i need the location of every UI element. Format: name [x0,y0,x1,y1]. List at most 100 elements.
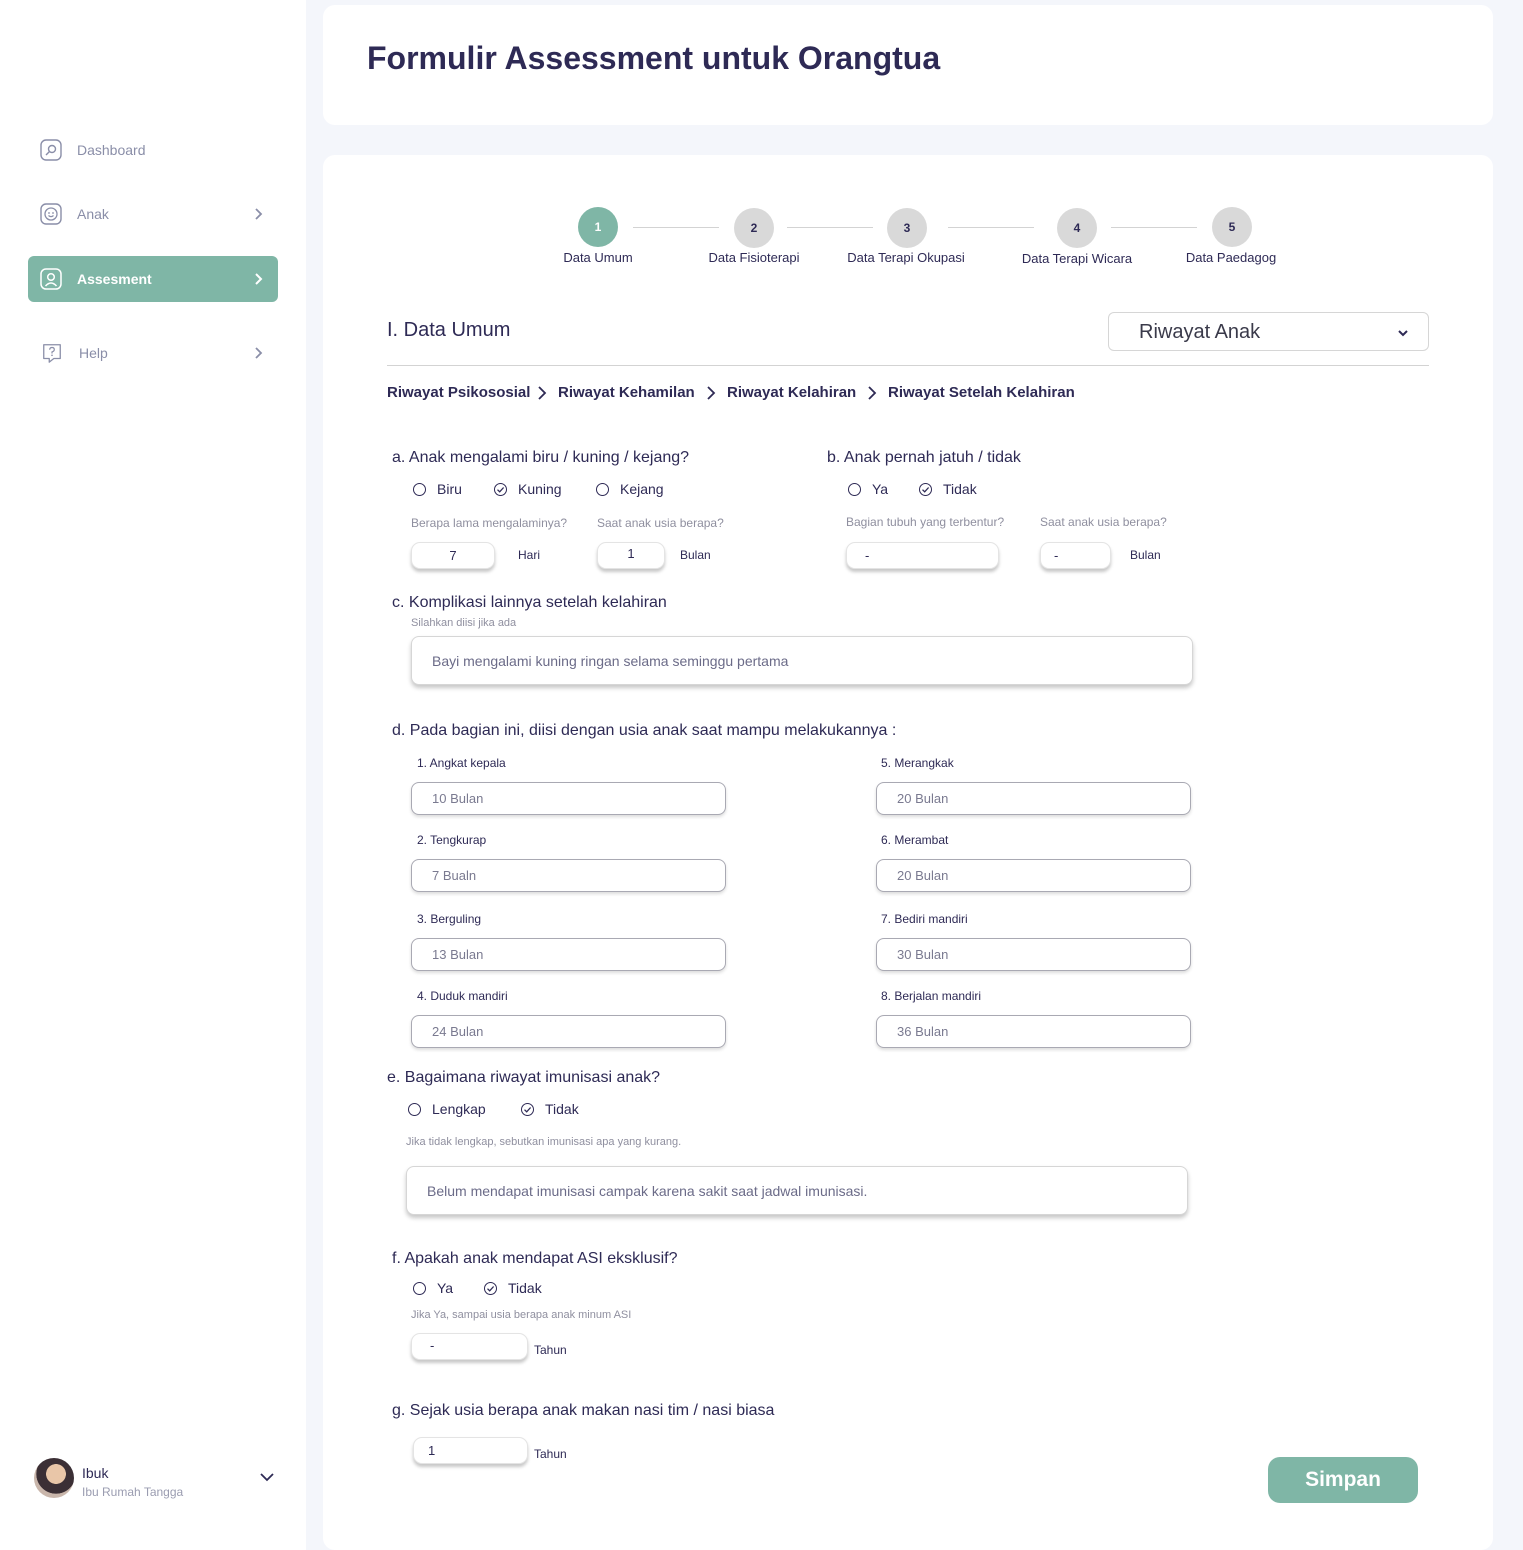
milestone-input[interactable]: 7 Bualn [411,859,726,892]
option-label: Ya [872,481,889,497]
radio-tidak[interactable]: Tidak [521,1101,579,1117]
stepper-connector [948,227,1034,228]
sidebar-item-help[interactable]: Help [28,330,278,376]
step-2-label: Data Fisioterapi [708,250,800,265]
sidebar-item-label: Anak [77,206,109,222]
radio-checked-icon [484,1281,497,1295]
radio-checked-icon [919,482,932,496]
breadcrumb-item[interactable]: Riwayat Setelah Kelahiran [888,384,1075,401]
age-input[interactable]: 1 [597,542,665,569]
body-part-input[interactable]: - [846,542,999,569]
avatar [34,1458,74,1498]
breadcrumb-item[interactable]: Riwayat Psikososial [387,384,530,401]
body-part-label: Bagian tubuh yang terbentur? [846,515,1005,529]
radio-checked-icon [521,1102,534,1116]
radio-checked-icon [494,482,507,496]
age-unit: Bulan [680,548,711,562]
option-label: Tidak [545,1101,579,1117]
radio-unchecked-icon [596,482,609,496]
question-f: f. Apakah anak mendapat ASI eksklusif? [392,1250,678,1267]
step-1-circle[interactable]: 1 [578,207,618,247]
breadcrumb-item[interactable]: Riwayat Kelahiran [727,384,856,401]
option-label: Kejang [620,481,664,497]
step-3-label: Data Terapi Okupasi [847,250,965,265]
help-icon [41,342,63,364]
age-label: Saat anak usia berapa? [1040,515,1167,529]
fall-age-input[interactable]: - [1040,542,1111,569]
stepper-connector [1111,227,1197,228]
dashboard-icon [40,139,62,161]
radio-unchecked-icon [848,482,861,496]
save-button[interactable]: Simpan [1268,1457,1418,1503]
radio-kuning[interactable]: Kuning [494,481,562,497]
option-label: Tidak [943,481,977,497]
milestone-label: 3. Berguling [417,912,482,926]
milestone-label: 7. Bediri mandiri [881,912,968,926]
step-2-circle[interactable]: 2 [734,208,774,248]
radio-kejang[interactable]: Kejang [596,481,664,497]
sidebar-item-label: Assesment [77,271,152,287]
child-face-icon [40,203,62,225]
step-3-circle[interactable]: 3 [887,208,927,248]
user-name: Ibuk [82,1465,109,1481]
option-label: Biru [437,481,462,497]
sidebar-item-assesment[interactable]: Assesment [28,256,278,302]
sidebar-item-anak[interactable]: Anak [28,191,278,237]
question-c: c. Komplikasi lainnya setelah kelahiran [392,594,667,611]
divider [387,365,1429,366]
radio-ya[interactable]: Ya [848,481,888,497]
step-1-label: Data Umum [563,250,633,265]
page-title: Formulir Assessment untuk Orangtua [367,40,941,76]
milestone-label: 1. Angkat kepala [417,756,506,770]
asi-age-input[interactable]: - [411,1333,528,1360]
radio-lengkap[interactable]: Lengkap [408,1101,486,1117]
breadcrumb-item[interactable]: Riwayat Kehamilan [558,384,695,401]
milestone-label: 5. Merangkak [881,756,954,770]
milestone-label: 8. Berjalan mandiri [881,989,982,1003]
option-label: Tidak [508,1280,542,1296]
question-g: g. Sejak usia berapa anak makan nasi tim… [392,1402,775,1419]
milestone-label: 2. Tengkurap [417,833,487,847]
stepper-connector [633,227,719,228]
radio-unchecked-icon [408,1102,421,1116]
option-label: Lengkap [432,1101,486,1117]
radio-ya[interactable]: Ya [413,1280,453,1296]
complication-input[interactable]: Bayi mengalami kuning ringan selama semi… [411,636,1193,685]
step-5-label: Data Paedagog [1185,250,1277,265]
chevron-right-icon [255,273,263,285]
sidebar: Dashboard Anak Assesment Help Ibuk Ibu R… [0,0,306,1550]
step-5-circle[interactable]: 5 [1212,207,1252,247]
sidebar-item-label: Help [79,345,108,361]
chevron-down-icon[interactable] [258,1468,276,1486]
milestone-label: 4. Duduk mandiri [417,989,508,1003]
milestone-input[interactable]: 20 Bulan [876,782,1191,815]
milestone-input[interactable]: 30 Bulan [876,938,1191,971]
rice-age-input[interactable]: 1 [413,1437,528,1464]
milestone-input[interactable]: 20 Bulan [876,859,1191,892]
chevron-down-icon [1398,330,1408,337]
radio-tidak[interactable]: Tidak [919,481,977,497]
radio-unchecked-icon [413,1281,426,1295]
dropdown-value: Riwayat Anak [1139,321,1261,343]
sidebar-item-dashboard[interactable]: Dashboard [28,127,278,173]
riwayat-dropdown[interactable]: Riwayat Anak [1108,312,1429,351]
question-c-hint: Silahkan diisi jika ada [411,617,517,629]
chevron-right-icon [255,208,263,220]
age-unit: Bulan [1130,548,1161,562]
duration-input[interactable]: 7 [411,542,495,569]
milestone-input[interactable]: 13 Bulan [411,938,726,971]
rice-unit: Tahun [534,1447,567,1461]
question-b: b. Anak pernah jatuh / tidak [827,449,1021,466]
radio-biru[interactable]: Biru [413,481,462,497]
milestone-input[interactable]: 36 Bulan [876,1015,1191,1048]
option-label: Ya [437,1280,454,1296]
milestone-input[interactable]: 10 Bulan [411,782,726,815]
question-e-hint: Jika tidak lengkap, sebutkan imunisasi a… [406,1136,682,1148]
step-4-circle[interactable]: 4 [1057,208,1097,248]
radio-tidak[interactable]: Tidak [484,1280,542,1296]
chevron-right-icon [707,386,716,400]
immunization-input[interactable]: Belum mendapat imunisasi campak karena s… [406,1166,1188,1215]
milestone-input[interactable]: 24 Bulan [411,1015,726,1048]
user-profile[interactable]: Ibuk Ibu Rumah Tangga [34,1456,284,1502]
duration-label: Berapa lama mengalaminya? [411,516,568,530]
